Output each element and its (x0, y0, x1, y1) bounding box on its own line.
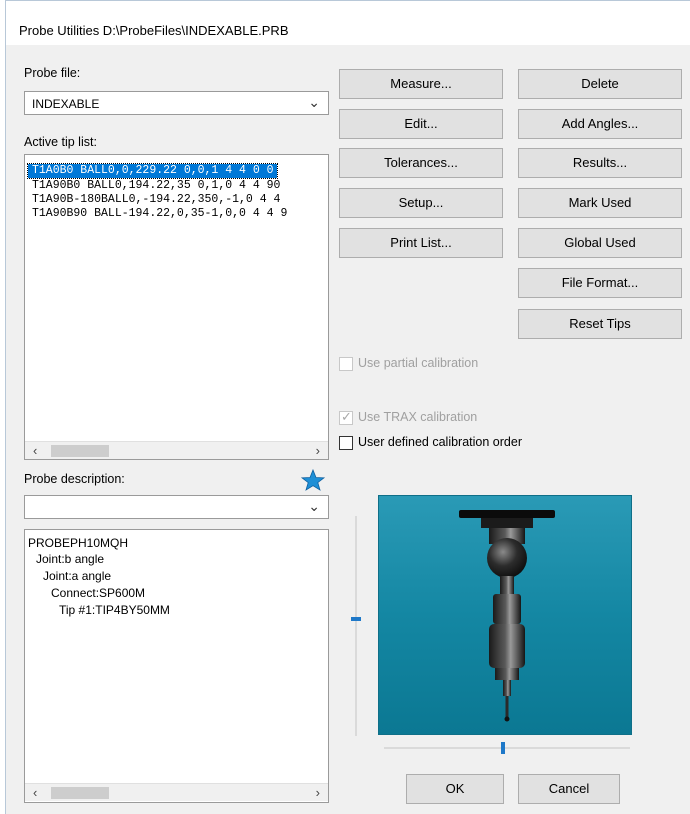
active-tip-list-label: Active tip list: (24, 135, 97, 149)
chevron-down-icon[interactable]: ⌄ (308, 94, 320, 111)
horizontal-rotation-slider-thumb[interactable] (501, 742, 505, 754)
reset-tips-button[interactable]: Reset Tips (518, 309, 682, 339)
mark-used-button[interactable]: Mark Used (518, 188, 682, 218)
probe-file-value: INDEXABLE (32, 97, 100, 111)
trax-calibration-label: Use TRAX calibration (358, 410, 478, 424)
checkmark-icon: ✓ (341, 409, 352, 424)
probe-component-tree[interactable]: PROBEPH10MQH Joint:b angle Joint:a angle… (24, 529, 329, 803)
file-format-button[interactable]: File Format... (518, 268, 682, 298)
probe-3d-viewer[interactable] (378, 495, 632, 735)
print-list-button[interactable]: Print List... (339, 228, 503, 258)
vertical-rotation-slider-thumb[interactable] (351, 617, 361, 621)
tip-list-item[interactable]: T1A0B0 BALL0,0,229.22 0,0,1 4 4 0 0 (27, 163, 278, 179)
tip-list-item[interactable]: T1A90B0 BALL0,194.22,35 0,1,0 4 4 90 (28, 179, 283, 193)
tree-horizontal-scrollbar[interactable]: ‹ › (25, 783, 328, 801)
results-button[interactable]: Results... (518, 148, 682, 178)
add-angles-button[interactable]: Add Angles... (518, 109, 682, 139)
trax-calibration-checkbox[interactable]: ✓ (339, 409, 353, 425)
scrollbar-thumb[interactable] (51, 787, 109, 799)
star-icon[interactable] (300, 468, 326, 492)
chevron-down-icon[interactable]: ⌄ (308, 498, 320, 515)
probe-description-label: Probe description: (24, 472, 125, 486)
user-defined-order-label: User defined calibration order (358, 435, 522, 449)
right-arrow-icon[interactable]: › (316, 443, 320, 458)
setup-button[interactable]: Setup... (339, 188, 503, 218)
tip-list-item[interactable]: T1A90B90 BALL-194.22,0,35-1,0,0 4 4 9 (28, 207, 290, 221)
tip-list-horizontal-scrollbar[interactable]: ‹ › (25, 441, 328, 459)
left-arrow-icon[interactable]: ‹ (33, 443, 37, 458)
tree-item-connect[interactable]: Connect:SP600M (51, 586, 145, 600)
active-tip-list[interactable]: T1A0B0 BALL0,0,229.22 0,0,1 4 4 0 0 T1A9… (24, 154, 329, 460)
vertical-rotation-slider-track[interactable] (355, 516, 357, 736)
partial-calibration-checkbox[interactable] (339, 357, 353, 371)
delete-button[interactable]: Delete (518, 69, 682, 99)
tip-list-item[interactable]: T1A90B-180BALL0,-194.22,350,-1,0 4 4 (28, 193, 283, 207)
user-defined-order-checkbox[interactable] (339, 436, 353, 450)
title-bar: Probe Utilities D:\ProbeFiles\INDEXABLE.… (6, 1, 690, 45)
cancel-button[interactable]: Cancel (518, 774, 620, 804)
probe-description-dropdown[interactable]: ⌄ (24, 495, 329, 519)
partial-calibration-label: Use partial calibration (358, 356, 479, 370)
edit-button[interactable]: Edit... (339, 109, 503, 139)
right-arrow-icon[interactable]: › (316, 785, 320, 800)
favorite-button[interactable] (300, 468, 326, 492)
horizontal-rotation-slider-track[interactable] (384, 747, 630, 749)
ok-button[interactable]: OK (406, 774, 504, 804)
global-used-button[interactable]: Global Used (518, 228, 682, 258)
probe-utilities-dialog: Probe Utilities D:\ProbeFiles\INDEXABLE.… (5, 0, 690, 814)
tree-item-tip[interactable]: Tip #1:TIP4BY50MM (59, 603, 170, 617)
left-arrow-icon[interactable]: ‹ (33, 785, 37, 800)
probe-file-dropdown[interactable]: INDEXABLE ⌄ (24, 91, 329, 115)
measure-button[interactable]: Measure... (339, 69, 503, 99)
probe-model-icon (459, 510, 555, 722)
tolerances-button[interactable]: Tolerances... (339, 148, 503, 178)
tree-item-joint-b[interactable]: Joint:b angle (36, 552, 104, 566)
scrollbar-thumb[interactable] (51, 445, 109, 457)
tree-item-joint-a[interactable]: Joint:a angle (43, 569, 111, 583)
probe-file-label: Probe file: (24, 66, 81, 80)
tree-item-probe[interactable]: PROBEPH10MQH (28, 536, 128, 550)
window-title: Probe Utilities D:\ProbeFiles\INDEXABLE.… (19, 23, 289, 38)
